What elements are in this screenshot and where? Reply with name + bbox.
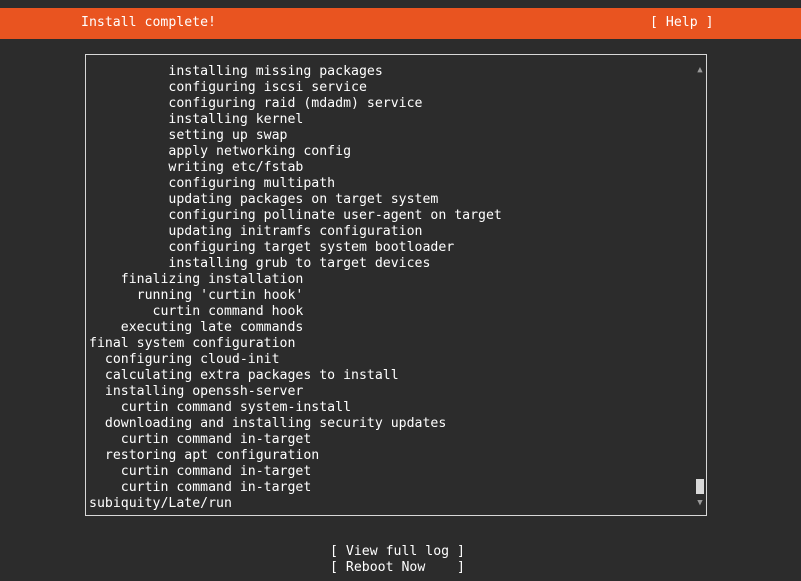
log-line: curtin command in-target xyxy=(89,432,312,447)
log-line: calculating extra packages to install xyxy=(89,368,399,383)
log-line: configuring iscsi service xyxy=(89,80,367,95)
log-line: updating packages on target system xyxy=(89,192,439,207)
install-log-panel[interactable]: installing missing packages configuring … xyxy=(85,54,707,516)
log-line: curtin command in-target xyxy=(89,464,312,479)
log-line: subiquity/Late/run xyxy=(89,496,232,511)
scroll-up-arrow-icon[interactable]: ▲ xyxy=(695,64,705,76)
log-line: installing missing packages xyxy=(89,64,383,79)
log-line: configuring target system bootloader xyxy=(89,240,455,255)
reboot-now-button[interactable]: [ Reboot Now ] xyxy=(330,560,465,576)
help-button[interactable]: [ Help ] xyxy=(650,15,714,31)
scroll-down-arrow-icon[interactable]: ▼ xyxy=(695,497,705,509)
log-lines: installing missing packages configuring … xyxy=(89,64,689,512)
log-line: curtin command system-install xyxy=(89,400,352,415)
log-line: installing grub to target devices xyxy=(89,256,431,271)
log-line: restoring apt configuration xyxy=(89,448,320,463)
log-line: configuring raid (mdadm) service xyxy=(89,96,423,111)
log-line: curtin command hook xyxy=(89,304,304,319)
header-bar: Install complete! [ Help ] xyxy=(0,8,801,39)
log-line: running 'curtin hook' xyxy=(89,288,304,303)
log-line: configuring multipath xyxy=(89,176,336,191)
top-strip xyxy=(0,0,801,8)
log-line: downloading and installing security upda… xyxy=(89,416,447,431)
log-line: apply networking config xyxy=(89,144,352,159)
log-line: setting up swap xyxy=(89,128,288,143)
log-line: writing etc/fstab xyxy=(89,160,304,175)
scrollbar-thumb[interactable] xyxy=(696,479,704,494)
log-line: installing kernel xyxy=(89,112,304,127)
page-title: Install complete! xyxy=(81,15,216,30)
log-line: executing late commands xyxy=(89,320,304,335)
log-line: finalizing installation xyxy=(89,272,304,287)
log-line: curtin command in-target xyxy=(89,480,312,495)
log-line: updating initramfs configuration xyxy=(89,224,423,239)
log-line: configuring pollinate user-agent on targ… xyxy=(89,208,502,223)
log-line: final system configuration xyxy=(89,336,296,351)
view-full-log-button[interactable]: [ View full log ] xyxy=(330,544,465,560)
log-line: installing openssh-server xyxy=(89,384,304,399)
log-line: configuring cloud-init xyxy=(89,352,280,367)
